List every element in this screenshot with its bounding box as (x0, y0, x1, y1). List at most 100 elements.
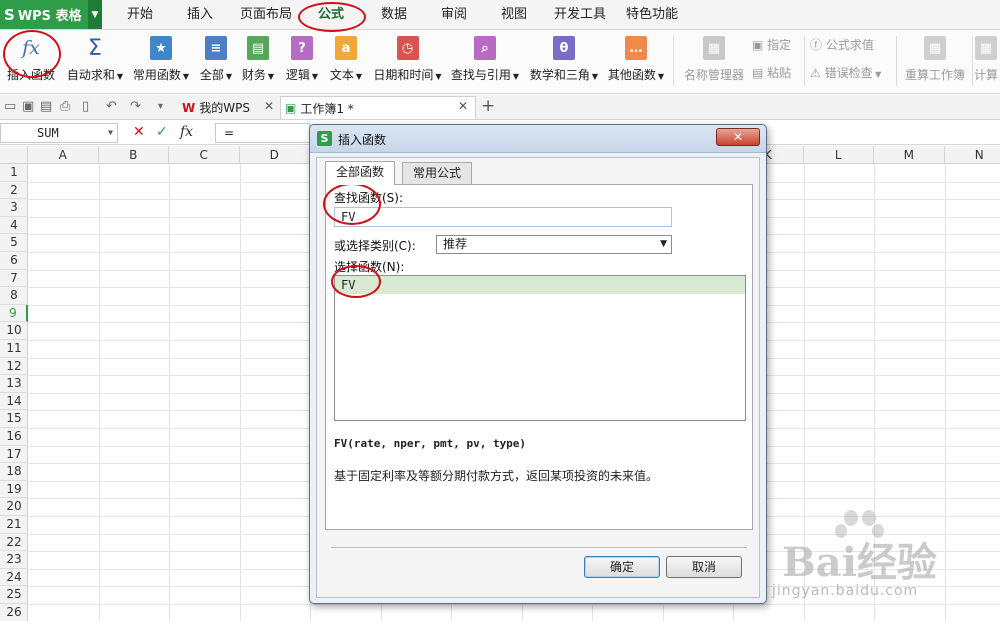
row-header-9[interactable]: 9 (0, 304, 28, 323)
row-header-6[interactable]: 6 (0, 252, 28, 270)
function-description: 基于固定利率及等额分期付款方式，返回某项投资的未来值。 (334, 469, 659, 483)
row-header-13[interactable]: 13 (0, 375, 28, 393)
row-header-4[interactable]: 4 (0, 217, 28, 235)
common-functions-button[interactable]: ★ 常用函数 ▼ (130, 32, 192, 90)
redo-icon[interactable]: ↷ (130, 99, 141, 114)
add-tab-icon[interactable]: + (481, 96, 495, 116)
logic-button[interactable]: ? 逻辑 ▼ (283, 32, 321, 90)
tab-home[interactable]: 开始 (118, 0, 162, 30)
select-all-corner[interactable] (0, 146, 28, 164)
tab-common-formulas[interactable]: 常用公式 (402, 162, 473, 184)
undo-icon[interactable]: ↶ (106, 99, 117, 114)
star-book-icon: ★ (150, 36, 172, 60)
cancel-icon[interactable]: ✕ (133, 124, 145, 140)
formula-input[interactable]: = (215, 123, 310, 143)
tab-insert[interactable]: 插入 (178, 0, 222, 30)
recalc-workbook-button[interactable]: ▦ 重算工作簿 (902, 32, 968, 90)
datetime-button[interactable]: ◷ 日期和时间 ▼ (370, 32, 445, 90)
app-menu-button[interactable]: S WPS 表格 ▼ (0, 0, 102, 29)
calc-button[interactable]: ▦ 计算 (972, 32, 1000, 90)
lookup-label: 查找与引用 ▼ (450, 68, 520, 82)
row-header-19[interactable]: 19 (0, 481, 28, 499)
row-header-11[interactable]: 11 (0, 340, 28, 358)
export-pdf-icon[interactable]: ▤ (40, 99, 52, 114)
formula-eval-button[interactable]: ⓕ 公式求值 (810, 36, 874, 53)
tab-my-wps[interactable]: W 我的WPS (178, 96, 278, 119)
row-header-26[interactable]: 26 (0, 604, 28, 621)
all-functions-button[interactable]: ≡ 全部 ▼ (197, 32, 235, 90)
search-function-input[interactable]: FV (334, 207, 672, 227)
column-header-a[interactable]: A (28, 146, 99, 164)
row-header-7[interactable]: 7 (0, 270, 28, 288)
row-header-23[interactable]: 23 (0, 551, 28, 569)
row-header-2[interactable]: 2 (0, 182, 28, 200)
wps-w-icon: W (182, 100, 196, 115)
specify-button[interactable]: ▣ 指定 (752, 36, 791, 53)
row-header-25[interactable]: 25 (0, 586, 28, 604)
auto-sum-button[interactable]: Σ 自动求和 ▼ (64, 32, 126, 90)
app-name: WPS 表格 (17, 9, 82, 24)
error-check-button[interactable]: ⚠ 错误检查 ▼ (810, 64, 881, 81)
row-header-22[interactable]: 22 (0, 534, 28, 552)
row-header-17[interactable]: 17 (0, 446, 28, 464)
name-box[interactable]: SUM ▼ (0, 123, 118, 143)
name-manager-button[interactable]: ▦ 名称管理器 (682, 32, 746, 90)
row-header-8[interactable]: 8 (0, 287, 28, 305)
ok-button[interactable]: 确定 (584, 556, 660, 578)
row-header-15[interactable]: 15 (0, 410, 28, 428)
column-header-b[interactable]: B (99, 146, 169, 164)
row-header-16[interactable]: 16 (0, 428, 28, 446)
name-box-value: SUM (37, 126, 59, 140)
row-header-3[interactable]: 3 (0, 199, 28, 217)
folder-icon[interactable]: ▭ (4, 99, 16, 114)
math-button[interactable]: θ 数学和三角 ▼ (527, 32, 601, 90)
tab-special[interactable]: 特色功能 (622, 0, 682, 30)
other-functions-button[interactable]: … 其他函数 ▼ (605, 32, 667, 90)
tab-page-layout[interactable]: 页面布局 (236, 0, 296, 30)
dialog-title-bar[interactable]: S 插入函数 ✕ (310, 125, 766, 153)
row-header-21[interactable]: 21 (0, 516, 28, 534)
row-header-20[interactable]: 20 (0, 498, 28, 516)
math-label: 数学和三角 ▼ (529, 68, 599, 82)
print-preview-icon[interactable]: ▯ (82, 99, 89, 114)
column-header-m[interactable]: M (874, 146, 945, 164)
name-manager-label: 名称管理器 (683, 68, 744, 82)
finance-label: 财务 ▼ (241, 68, 275, 82)
close-icon[interactable]: ✕ (264, 99, 274, 113)
row-header-12[interactable]: 12 (0, 358, 28, 376)
paste-button[interactable]: ▤ 粘贴 (752, 64, 791, 81)
auto-sum-label: 自动求和 ▼ (66, 68, 124, 82)
list-item[interactable]: FV (335, 276, 745, 294)
row-header-5[interactable]: 5 (0, 234, 28, 252)
column-header-l[interactable]: L (804, 146, 874, 164)
tab-workbook[interactable]: ▣ 工作簿1 * (280, 96, 476, 119)
text-button[interactable]: a 文本 ▼ (327, 32, 365, 90)
fx-icon[interactable]: fx (180, 124, 193, 140)
tab-data[interactable]: 数据 (372, 0, 416, 30)
tab-developer[interactable]: 开发工具 (550, 0, 610, 30)
category-select[interactable]: 推荐 ▼ (436, 235, 672, 254)
close-icon[interactable]: ✕ (458, 99, 468, 113)
column-header-n[interactable]: N (945, 146, 1000, 164)
row-header-14[interactable]: 14 (0, 393, 28, 411)
print-icon[interactable]: ⎙ (60, 99, 70, 114)
row-header-1[interactable]: 1 (0, 164, 28, 182)
tab-review[interactable]: 审阅 (432, 0, 476, 30)
row-header-10[interactable]: 10 (0, 322, 28, 340)
column-header-c[interactable]: C (169, 146, 240, 164)
row-header-18[interactable]: 18 (0, 463, 28, 481)
confirm-icon[interactable]: ✓ (156, 124, 168, 140)
fx-circle-icon: ⓕ (810, 38, 826, 52)
column-header-d[interactable]: D (240, 146, 310, 164)
cancel-button[interactable]: 取消 (666, 556, 742, 578)
close-button[interactable]: ✕ (716, 128, 760, 146)
save-icon[interactable]: ▣ (22, 99, 34, 114)
tab-view[interactable]: 视图 (492, 0, 536, 30)
row-header-24[interactable]: 24 (0, 569, 28, 587)
function-list[interactable]: FV (334, 275, 746, 421)
finance-button[interactable]: ▤ 财务 ▼ (239, 32, 277, 90)
tab-all-functions[interactable]: 全部函数 (325, 161, 396, 185)
insert-function-dialog: S 插入函数 ✕ 全部函数 常用公式 查找函数(S): FV 或选择类别(C):… (309, 124, 767, 604)
lookup-button[interactable]: ⌕ 查找与引用 ▼ (449, 32, 521, 90)
customize-icon[interactable]: ▾ (158, 101, 163, 112)
